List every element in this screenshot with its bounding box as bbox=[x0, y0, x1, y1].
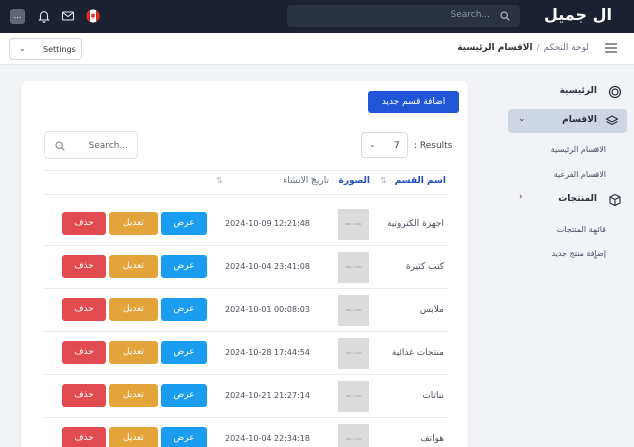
delete-button[interactable]: حذف bbox=[62, 255, 106, 278]
view-button[interactable]: عرض bbox=[161, 255, 207, 278]
column-header-name[interactable]: اسم القسم bbox=[395, 176, 446, 186]
row-divider bbox=[44, 374, 449, 375]
edit-button[interactable]: تعديل bbox=[109, 212, 158, 235]
row-date: 2024-10-01 00:08:03 bbox=[225, 305, 310, 314]
sidebar-item-sections-label: الاقسام bbox=[562, 115, 597, 125]
row-name: ملابس bbox=[419, 305, 444, 315]
brand-logo-text[interactable]: ال جميل bbox=[544, 5, 612, 24]
chevron-left-icon: ‹ bbox=[519, 192, 523, 202]
user-avatar[interactable]: ... bbox=[10, 9, 25, 24]
row-name: هواتف bbox=[420, 434, 444, 444]
search-icon bbox=[500, 11, 510, 21]
row-date: 2024-10-04 22:34:18 bbox=[225, 434, 310, 443]
edit-button[interactable]: تعديل bbox=[109, 255, 158, 278]
delete-button[interactable]: حذف bbox=[62, 212, 106, 235]
column-header-image[interactable]: الصورة bbox=[339, 176, 370, 186]
row-name: اجهزة الكترونية bbox=[386, 219, 444, 229]
sidebar-subitem-main-sections[interactable]: الاقسام الرئيسية bbox=[551, 145, 606, 154]
edit-button[interactable]: تعديل bbox=[109, 427, 158, 447]
breadcrumb-current: الاقسام الرئيسية bbox=[457, 43, 533, 53]
sidebar-subitem-add-product[interactable]: إضافة منتج جديد bbox=[552, 249, 607, 258]
add-section-button[interactable]: اضافة قسم جديد bbox=[368, 91, 459, 113]
row-thumbnail: 480 × 400 bbox=[338, 338, 369, 369]
mail-icon[interactable] bbox=[61, 9, 75, 23]
results-label: : Results bbox=[414, 141, 453, 151]
settings-dropdown-button[interactable]: ⌄ Settings bbox=[9, 38, 82, 60]
delete-button[interactable]: حذف bbox=[62, 341, 106, 364]
layers-icon bbox=[605, 115, 619, 126]
results-per-page-value: 7 bbox=[394, 141, 400, 151]
row-divider bbox=[44, 331, 449, 332]
settings-label: Settings bbox=[43, 45, 76, 54]
breadcrumb: لوحة التحكم /الاقسام الرئيسية bbox=[457, 43, 589, 53]
row-name: كتب كثيرة bbox=[405, 262, 444, 272]
table-header-border bbox=[44, 194, 449, 195]
global-search-input[interactable]: Search... bbox=[287, 5, 520, 27]
view-button[interactable]: عرض bbox=[161, 384, 207, 407]
row-thumbnail: 480 × 400 bbox=[338, 381, 369, 412]
bell-icon[interactable] bbox=[37, 9, 51, 23]
view-button[interactable]: عرض bbox=[161, 298, 207, 321]
sort-icon[interactable]: ⇅ bbox=[380, 176, 387, 185]
row-date: 2024-10-21 21:27:14 bbox=[225, 391, 310, 400]
edit-button[interactable]: تعديل bbox=[109, 298, 158, 321]
row-date: 2024-10-04 23:41:08 bbox=[225, 262, 310, 271]
sidebar-subitem-products-list[interactable]: قائمة المنتجات bbox=[557, 225, 606, 234]
search-icon bbox=[55, 141, 65, 151]
breadcrumb-dashboard-link[interactable]: لوحة التحكم bbox=[544, 43, 589, 53]
sidebar-item-products-label: المنتجات bbox=[558, 194, 597, 204]
breadcrumb-separator: / bbox=[536, 43, 540, 53]
row-date: 2024-10-09 12:21:48 bbox=[225, 219, 310, 228]
results-per-page-select[interactable]: ⌄ 7 bbox=[361, 132, 408, 158]
canada-flag-icon[interactable] bbox=[86, 9, 100, 23]
delete-button[interactable]: حذف bbox=[62, 427, 106, 447]
sidebar-item-home[interactable]: الرئيسية bbox=[493, 80, 634, 104]
row-date: 2024-10-28 17:44:54 bbox=[225, 348, 310, 357]
column-header-date[interactable]: تاريخ الانشاء bbox=[283, 176, 329, 186]
row-thumbnail: 480 × 400 bbox=[338, 209, 369, 240]
delete-button[interactable]: حذف bbox=[62, 298, 106, 321]
global-search-placeholder: Search... bbox=[450, 10, 490, 20]
sort-icon[interactable]: ⇅ bbox=[216, 176, 223, 185]
edit-button[interactable]: تعديل bbox=[109, 384, 158, 407]
target-icon bbox=[608, 85, 622, 99]
view-button[interactable]: عرض bbox=[161, 341, 207, 364]
row-thumbnail: 480 × 400 bbox=[338, 252, 369, 283]
view-button[interactable]: عرض bbox=[161, 427, 207, 447]
chevron-down-icon: ⌄ bbox=[369, 140, 376, 149]
row-name: نباتات bbox=[422, 391, 444, 401]
delete-button[interactable]: حذف bbox=[62, 384, 106, 407]
sidebar-item-home-label: الرئيسية bbox=[559, 86, 597, 96]
breadcrumb-bar: ⌄ Settings لوحة التحكم /الاقسام الرئيسية bbox=[0, 33, 634, 65]
table-search-placeholder: Search... bbox=[88, 141, 128, 151]
top-navbar: ال جميل Search... ... bbox=[0, 0, 634, 33]
sidebar-subitem-sub-sections[interactable]: الاقسام الفرعية bbox=[554, 170, 606, 179]
row-divider bbox=[44, 245, 449, 246]
sidebar-item-sections[interactable]: الاقسام ⌄ bbox=[508, 109, 627, 133]
edit-button[interactable]: تعديل bbox=[109, 341, 158, 364]
row-thumbnail: 480 × 400 bbox=[338, 295, 369, 326]
row-thumbnail: 480 × 400 bbox=[338, 424, 369, 447]
menu-toggle-icon[interactable] bbox=[605, 43, 617, 53]
chevron-down-icon: ⌄ bbox=[518, 114, 526, 124]
chevron-down-icon: ⌄ bbox=[19, 44, 26, 53]
sidebar-item-products[interactable]: المنتجات ‹ bbox=[493, 188, 634, 212]
row-divider bbox=[44, 417, 449, 418]
view-button[interactable]: عرض bbox=[161, 212, 207, 235]
table-search-input[interactable]: Search... bbox=[44, 131, 138, 159]
row-divider bbox=[44, 288, 449, 289]
row-name: منتجات غذائية bbox=[391, 348, 444, 358]
box-icon bbox=[609, 193, 621, 207]
table-top-border bbox=[44, 170, 449, 171]
